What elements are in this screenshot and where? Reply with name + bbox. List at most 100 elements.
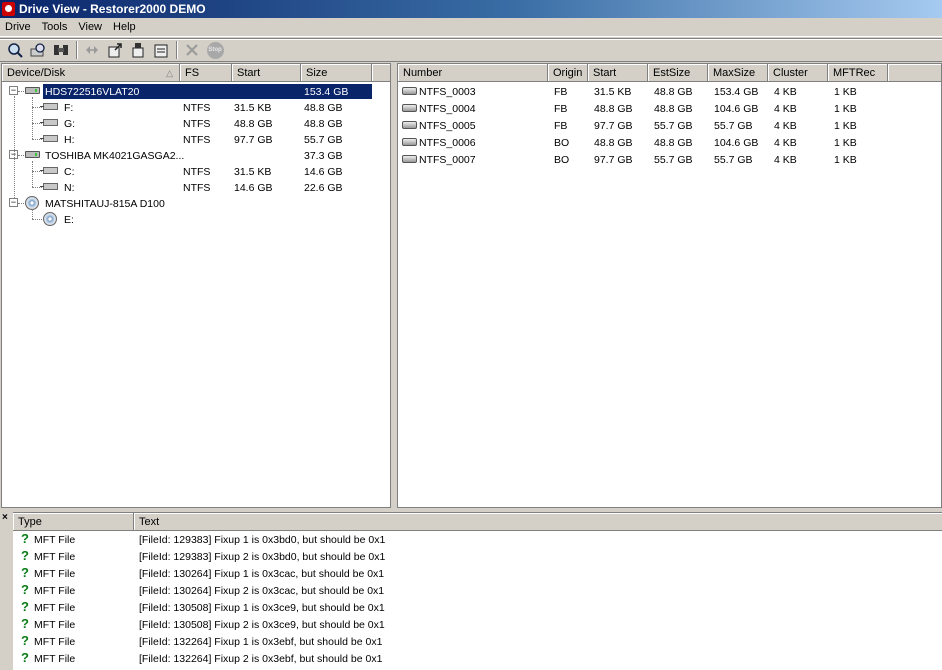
- tree-cell-size: 22.6 GB: [304, 182, 343, 194]
- tree-cell-start: 14.6 GB: [234, 182, 273, 194]
- column-header-text[interactable]: Text: [134, 513, 942, 531]
- log-row[interactable]: ? MFT File [FileId: 130264] Fixup 1 is 0x3…: [13, 565, 942, 582]
- cancel-icon[interactable]: [182, 41, 202, 59]
- navigate-icon[interactable]: [82, 41, 102, 59]
- log-row[interactable]: ? MFT File [FileId: 132264] Fixup 1 is 0x3…: [13, 633, 942, 650]
- menu-view[interactable]: View: [75, 21, 106, 33]
- log-row[interactable]: ? MFT File [FileId: 132264] Fixup 2 is 0x3…: [13, 650, 942, 667]
- menu-tools[interactable]: Tools: [39, 21, 72, 33]
- tree-cell-name: E:: [64, 214, 74, 226]
- tree-cell-start: 97.7 GB: [234, 134, 273, 146]
- close-icon[interactable]: ×: [2, 513, 12, 523]
- tree-cell-name: H:: [64, 134, 75, 146]
- column-header-origin[interactable]: Origin: [548, 64, 588, 82]
- column-header-estsize[interactable]: EstSize: [648, 64, 708, 82]
- toolbar-separator: [76, 41, 78, 59]
- scan-icon[interactable]: [51, 41, 71, 59]
- tree-row[interactable]: N: NTFS 14.6 GB 22.6 GB: [2, 179, 372, 195]
- tree-row[interactable]: MATSHITAUJ-815A D100: [2, 195, 372, 211]
- list-cell-mftrec: 1 KB: [834, 154, 857, 166]
- warning-question-icon: ?: [21, 599, 29, 614]
- column-header-type[interactable]: Type: [13, 513, 134, 531]
- tree-cell-size: 153.4 GB: [304, 86, 349, 98]
- list-cell-cluster: 4 KB: [774, 154, 797, 166]
- column-header-number[interactable]: Number: [398, 64, 548, 82]
- tree-row[interactable]: F: NTFS 31.5 KB 48.8 GB: [2, 99, 372, 115]
- list-cell-cluster: 4 KB: [774, 103, 797, 115]
- log-cell-text: [FileId: 130508] Fixup 1 is 0x3ce9, but …: [139, 602, 385, 614]
- device-tree-pane[interactable]: Device/Disk △ FS Start Size − HDS722516VL…: [1, 63, 391, 508]
- stop-icon: Stop: [206, 41, 224, 59]
- column-header-size[interactable]: Size: [301, 64, 372, 82]
- warning-question-icon: ?: [21, 650, 29, 665]
- tree-row[interactable]: HDS722516VLAT20 153.4 GB: [2, 83, 372, 99]
- tree-cell-fs: NTFS: [183, 182, 211, 194]
- column-header-device[interactable]: Device/Disk △: [2, 64, 180, 82]
- list-cell-cluster: 4 KB: [774, 120, 797, 132]
- warning-question-icon: ?: [21, 616, 29, 631]
- log-pane[interactable]: Type Text ? MFT File [FileId: 129383] Fixu…: [13, 512, 942, 670]
- list-cell-origin: FB: [554, 86, 568, 98]
- log-row[interactable]: ? MFT File [FileId: 129383] Fixup 2 is 0x3…: [13, 548, 942, 565]
- log-cell-type: MFT File: [34, 619, 76, 631]
- column-header-start[interactable]: Start: [588, 64, 648, 82]
- list-cell-start: 48.8 GB: [594, 137, 633, 149]
- search-icon[interactable]: [28, 41, 48, 59]
- menu-drive[interactable]: Drive: [2, 21, 35, 33]
- tree-cell-fs: NTFS: [183, 118, 211, 130]
- tree-row[interactable]: G: NTFS 48.8 GB 48.8 GB: [2, 115, 372, 131]
- list-item[interactable]: NTFS_0004 FB 48.8 GB 48.8 GB 104.6 GB 4 KB 1 K…: [398, 100, 941, 117]
- log-row[interactable]: ? MFT File [FileId: 130264] Fixup 2 is 0x3…: [13, 582, 942, 599]
- tree-cell-name: G:: [64, 118, 76, 130]
- tree-cell-name: C:: [64, 166, 75, 178]
- list-cell-start: 31.5 KB: [594, 86, 632, 98]
- tree-cell-start: 48.8 GB: [234, 118, 273, 130]
- list-cell-maxsize: 55.7 GB: [714, 154, 753, 166]
- list-cell-start: 97.7 GB: [594, 120, 633, 132]
- tree-row[interactable]: C: NTFS 31.5 KB 14.6 GB: [2, 163, 372, 179]
- column-header-mftrec[interactable]: MFTRec: [828, 64, 888, 82]
- tree-cell-start: 31.5 KB: [234, 102, 272, 114]
- tree-connector: [32, 97, 33, 139]
- log-row[interactable]: ? MFT File [FileId: 130508] Fixup 2 is 0x3…: [13, 616, 942, 633]
- tree-connector: [14, 96, 15, 198]
- list-item[interactable]: NTFS_0007 BO 97.7 GB 55.7 GB 55.7 GB 4 KB 1 KB: [398, 151, 941, 168]
- menu-help[interactable]: Help: [110, 21, 140, 33]
- list-cell-mftrec: 1 KB: [834, 86, 857, 98]
- list-item[interactable]: NTFS_0006 BO 48.8 GB 48.8 GB 104.6 GB 4 KB 1 K…: [398, 134, 941, 151]
- list-cell-origin: FB: [554, 120, 568, 132]
- list-cell-estsize: 48.8 GB: [654, 86, 693, 98]
- tree-row[interactable]: TOSHIBA MK4021GASGA2... 37.3 GB: [2, 147, 372, 163]
- log-cell-type: MFT File: [34, 551, 76, 563]
- column-header-maxsize[interactable]: MaxSize: [708, 64, 768, 82]
- list-cell-number: NTFS_0005: [419, 120, 476, 132]
- log-row[interactable]: ? MFT File [FileId: 129383] Fixup 1 is 0x3…: [13, 531, 942, 548]
- tree-cell-name: N:: [64, 182, 75, 194]
- list-cell-maxsize: 104.6 GB: [714, 103, 759, 115]
- tree-cell-size: 55.7 GB: [304, 134, 343, 146]
- export-icon[interactable]: [105, 41, 125, 59]
- tree-row[interactable]: E:: [2, 211, 372, 227]
- log-cell-text: [FileId: 132264] Fixup 2 is 0x3ebf, but …: [139, 653, 383, 665]
- column-header-cluster[interactable]: Cluster: [768, 64, 828, 82]
- log-row[interactable]: ? MFT File [FileId: 130508] Fixup 1 is 0x3…: [13, 599, 942, 616]
- tree-cell-fs: NTFS: [183, 102, 211, 114]
- list-item[interactable]: NTFS_0003 FB 31.5 KB 48.8 GB 153.4 GB 4 KB 1 K…: [398, 83, 941, 100]
- toolbar: Stop: [0, 38, 942, 62]
- save-icon[interactable]: [128, 41, 148, 59]
- list-cell-mftrec: 1 KB: [834, 137, 857, 149]
- properties-icon[interactable]: [151, 41, 171, 59]
- toolbar-separator: [176, 41, 178, 59]
- log-cell-type: MFT File: [34, 653, 76, 665]
- tree-cell-fs: NTFS: [183, 166, 211, 178]
- list-cell-estsize: 55.7 GB: [654, 120, 693, 132]
- column-header-start[interactable]: Start: [232, 64, 301, 82]
- tree-row[interactable]: H: NTFS 97.7 GB 55.7 GB: [2, 131, 372, 147]
- list-item[interactable]: NTFS_0005 FB 97.7 GB 55.7 GB 55.7 GB 4 KB 1 KB: [398, 117, 941, 134]
- partition-list-pane[interactable]: Number Origin Start EstSize MaxSize Clus…: [397, 63, 942, 508]
- warning-question-icon: ?: [21, 582, 29, 597]
- column-header-fs[interactable]: FS: [180, 64, 232, 82]
- stop-button[interactable]: Stop: [205, 41, 225, 59]
- tree-cell-name: TOSHIBA MK4021GASGA2...: [45, 150, 185, 162]
- open-drive-icon[interactable]: [5, 41, 25, 59]
